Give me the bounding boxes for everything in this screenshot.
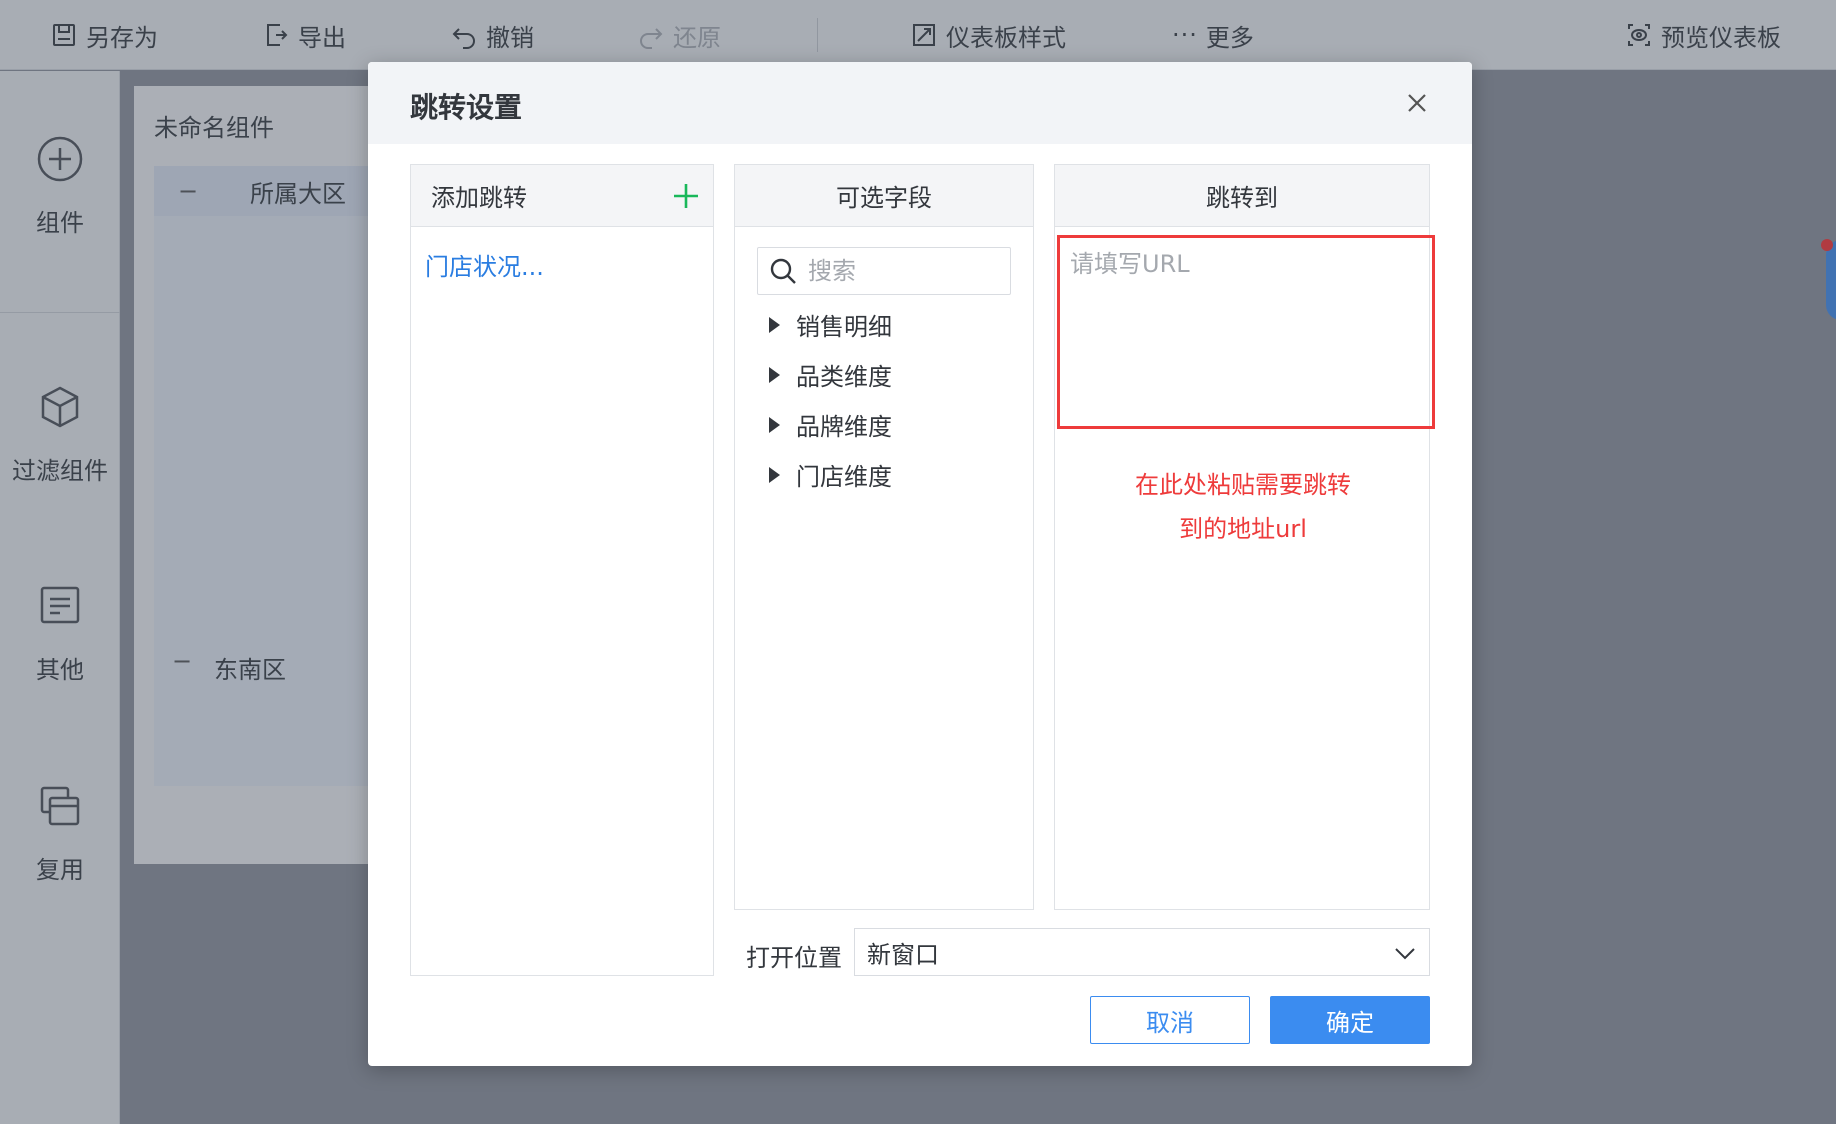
panel-header: 跳转到 [1055, 165, 1429, 227]
field-item[interactable]: 销售明细 [769, 307, 892, 342]
expand-triangle-icon[interactable] [769, 466, 780, 483]
dialog-title: 跳转设置 [410, 91, 523, 124]
field-item[interactable]: 品牌维度 [769, 407, 892, 442]
close-icon[interactable] [1400, 86, 1434, 120]
paste-url-annotation: 在此处粘贴需要跳转 到的地址url [1135, 471, 1351, 543]
cancel-button[interactable]: 取消 [1090, 996, 1250, 1044]
panel-header: 可选字段 [735, 165, 1033, 227]
field-item[interactable]: 品类维度 [769, 357, 892, 392]
open-position-label: 打开位置 [746, 944, 842, 972]
optional-fields-title: 可选字段 [836, 184, 932, 212]
field-item[interactable]: 门店维度 [769, 457, 892, 492]
panel-header: 添加跳转 [411, 165, 713, 227]
field-label: 品类维度 [796, 363, 892, 391]
jump-to-title: 跳转到 [1206, 184, 1278, 212]
url-input-box [1057, 235, 1435, 429]
add-jump-title: 添加跳转 [431, 184, 527, 212]
field-search [757, 247, 1011, 295]
field-label: 品牌维度 [796, 413, 892, 441]
chevron-down-icon [1395, 948, 1415, 960]
field-label: 门店维度 [796, 463, 892, 491]
confirm-button[interactable]: 确定 [1270, 996, 1430, 1044]
search-icon [770, 258, 796, 284]
add-icon[interactable] [669, 179, 703, 213]
open-position-select[interactable]: 新窗口 [854, 928, 1430, 976]
dialog-header: 跳转设置 [368, 62, 1472, 144]
search-input[interactable] [808, 257, 998, 285]
expand-triangle-icon[interactable] [769, 366, 780, 383]
add-jump-panel: 添加跳转 门店状况... [410, 164, 714, 976]
field-label: 销售明细 [796, 313, 892, 341]
jump-list-item[interactable]: 门店状况... [425, 247, 544, 282]
optional-fields-panel: 可选字段 销售明细 品类维度 品牌维度 门店维度 [734, 164, 1034, 910]
open-position-value: 新窗口 [867, 940, 939, 969]
jump-settings-dialog: 跳转设置 添加跳转 门店状况... 可选字段 销售明细 品类维度 品牌维度 [368, 62, 1472, 1066]
url-input[interactable] [1060, 238, 1432, 426]
jump-to-panel: 跳转到 在此处粘贴需要跳转 到的地址url [1054, 164, 1435, 910]
expand-triangle-icon[interactable] [769, 316, 780, 333]
expand-triangle-icon[interactable] [769, 416, 780, 433]
